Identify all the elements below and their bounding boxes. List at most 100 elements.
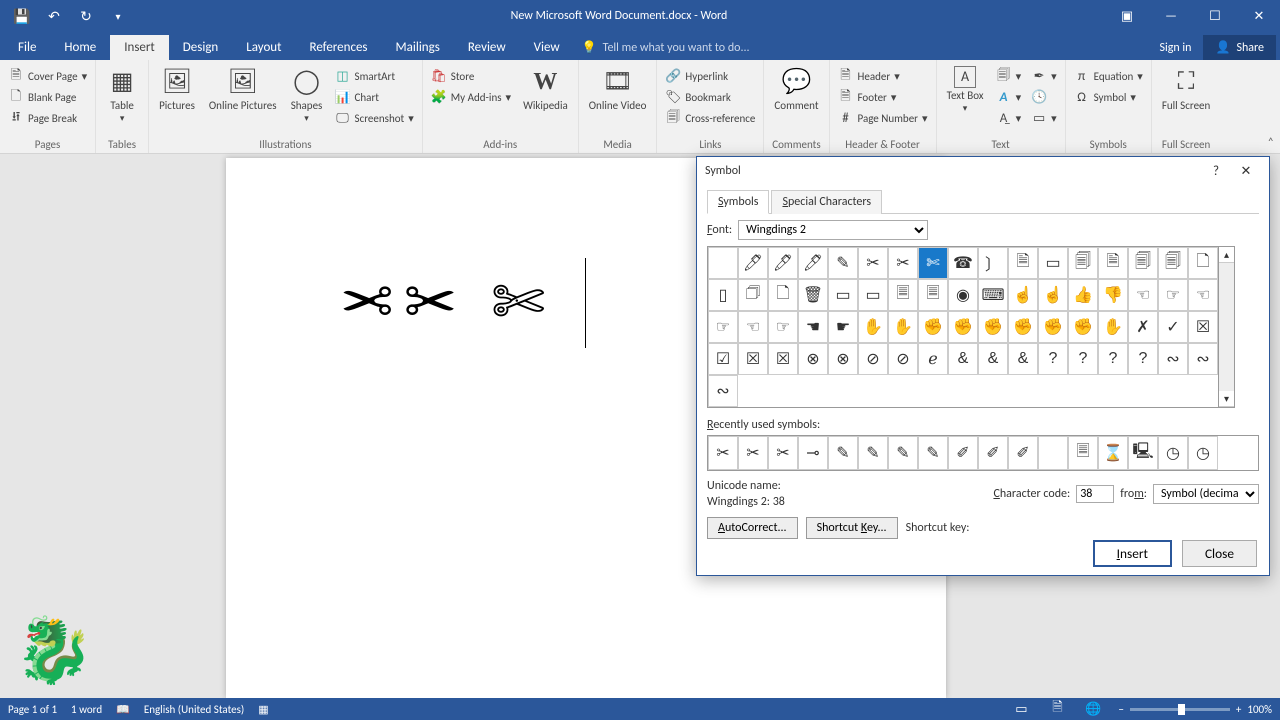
footer-button[interactable]: 🗎Footer ▾	[836, 87, 899, 108]
symbol-cell[interactable]: 🗋	[1188, 247, 1218, 279]
recent-symbol-cell[interactable]: ⌛	[1098, 436, 1128, 470]
ribbon-options-icon[interactable]: ▣	[1106, 2, 1148, 30]
symbol-cell[interactable]: ✂	[858, 247, 888, 279]
redo-icon[interactable]: ↻	[72, 2, 100, 30]
symbol-cell[interactable]: ?	[1128, 343, 1158, 375]
symbol-cell[interactable]: ∾	[1188, 343, 1218, 375]
date-time-button[interactable]: 🕓	[1029, 87, 1049, 108]
share-button[interactable]: 👤Share	[1203, 35, 1276, 60]
symbol-cell[interactable]: ⌨	[978, 279, 1008, 311]
my-addins-button[interactable]: 🧩My Add-ins ▾	[429, 87, 513, 108]
symbol-cell[interactable]: ✋	[858, 311, 888, 343]
symbol-cell[interactable]: ✄	[918, 247, 948, 279]
symbol-cell[interactable]: ✋	[1098, 311, 1128, 343]
chart-button[interactable]: 📊Chart	[333, 87, 381, 108]
close-button[interactable]: Close	[1182, 540, 1257, 567]
drop-cap-button[interactable]: A̲▾	[994, 108, 1024, 129]
tab-design[interactable]: Design	[169, 35, 232, 60]
recent-symbol-cell[interactable]: ✐	[978, 436, 1008, 470]
store-button[interactable]: 🛍Store	[429, 66, 477, 87]
collapse-ribbon-icon[interactable]: ˄	[1268, 136, 1274, 150]
tab-special-characters[interactable]: Special Characters	[771, 190, 882, 214]
symbol-cell[interactable]: ☜	[1128, 279, 1158, 311]
symbol-cell[interactable]: ✊	[948, 311, 978, 343]
symbol-cell[interactable]: ☎	[948, 247, 978, 279]
symbol-cell[interactable]: ?	[1038, 343, 1068, 375]
symbol-cell[interactable]: 🗏	[918, 279, 948, 311]
symbol-cell[interactable]: ▭	[1038, 247, 1068, 279]
save-icon[interactable]: 💾	[8, 2, 36, 30]
page-break-button[interactable]: ⭿Page Break	[6, 108, 79, 129]
symbol-cell[interactable]: 🗐	[1068, 247, 1098, 279]
symbol-cell[interactable]: &	[978, 343, 1008, 375]
symbol-cell[interactable]: ▯	[708, 279, 738, 311]
symbol-cell[interactable]: 🗋	[768, 279, 798, 311]
recent-symbol-cell[interactable]: ✂	[768, 436, 798, 470]
close-icon[interactable]: ✕	[1238, 2, 1280, 30]
tab-layout[interactable]: Layout	[232, 35, 295, 60]
online-video-button[interactable]: 🎞Online Video	[585, 66, 651, 112]
quick-parts-button[interactable]: 🗐▾	[994, 66, 1024, 87]
symbol-cell[interactable]: 🗐	[1158, 247, 1188, 279]
wordart-button[interactable]: A▾	[994, 87, 1024, 108]
symbol-cell[interactable]: ✓	[1158, 311, 1188, 343]
symbol-cell[interactable]: ?	[1068, 343, 1098, 375]
scroll-up-icon[interactable]: ▴	[1219, 247, 1234, 263]
hyperlink-button[interactable]: 🔗Hyperlink	[663, 66, 730, 87]
symbol-cell[interactable]: ✂	[888, 247, 918, 279]
maximize-icon[interactable]: ☐	[1194, 2, 1236, 30]
blank-page-button[interactable]: 🗋Blank Page	[6, 87, 78, 108]
equation-button[interactable]: πEquation ▾	[1072, 66, 1145, 87]
zoom-in-button[interactable]: +	[1236, 703, 1241, 716]
recent-symbol-cell[interactable]: 🗏	[1068, 436, 1098, 470]
symbol-cell[interactable]: ✊	[1038, 311, 1068, 343]
symbol-cell[interactable]: ☑	[708, 343, 738, 375]
symbol-cell[interactable]: 🗎	[1098, 247, 1128, 279]
sign-in[interactable]: Sign in	[1147, 36, 1203, 60]
symbol-cell[interactable]: ✋	[888, 311, 918, 343]
zoom-level[interactable]: 100%	[1247, 703, 1272, 716]
language-indicator[interactable]: English (United States)	[144, 703, 244, 716]
symbol-cell[interactable]: ☜	[1188, 279, 1218, 311]
recent-symbol-cell[interactable]: ◷	[1188, 436, 1218, 470]
tab-symbols[interactable]: Symbols	[707, 190, 769, 214]
from-select[interactable]: Symbol (decimal)	[1153, 484, 1259, 504]
bookmark-button[interactable]: 🏷Bookmark	[663, 87, 732, 108]
tab-references[interactable]: References	[296, 35, 382, 60]
symbol-cell[interactable]: 🗎	[1008, 247, 1038, 279]
spellcheck-icon[interactable]: 📖	[116, 703, 130, 716]
smartart-button[interactable]: ◫SmartArt	[333, 66, 398, 87]
autocorrect-button[interactable]: AutoCorrect...	[707, 517, 798, 539]
tab-home[interactable]: Home	[50, 35, 110, 60]
recent-symbol-cell[interactable]	[1038, 436, 1068, 470]
symbol-cell[interactable]: &	[1008, 343, 1038, 375]
symbol-cell[interactable]: ✊	[1068, 311, 1098, 343]
macro-icon[interactable]: ▦	[258, 703, 268, 716]
help-icon[interactable]: ?	[1201, 164, 1231, 179]
symbol-cell[interactable]: ⊗	[798, 343, 828, 375]
shapes-button[interactable]: ◯Shapes▾	[287, 66, 327, 124]
font-select[interactable]: Wingdings 2	[738, 220, 928, 240]
undo-icon[interactable]: ↶	[40, 2, 68, 30]
symbol-cell[interactable]: ✎	[828, 247, 858, 279]
symbol-cell[interactable]: ✗	[1128, 311, 1158, 343]
symbol-scrollbar[interactable]: ▴ ▾	[1219, 246, 1235, 408]
full-screen-button[interactable]: ⛶Full Screen	[1158, 66, 1215, 112]
symbol-cell[interactable]: 🖊	[738, 247, 768, 279]
recent-symbol-cell[interactable]: ✂	[708, 436, 738, 470]
symbol-cell[interactable]: ☚	[798, 311, 828, 343]
symbol-cell[interactable]: 🗑	[798, 279, 828, 311]
recent-symbol-cell[interactable]: ✐	[948, 436, 978, 470]
symbol-cell[interactable]: 🖊	[798, 247, 828, 279]
symbol-cell[interactable]: ☜	[738, 311, 768, 343]
symbol-cell[interactable]: &	[948, 343, 978, 375]
recent-symbol-cell[interactable]: ⊸	[798, 436, 828, 470]
cross-reference-button[interactable]: 🗐Cross-reference	[663, 108, 757, 129]
word-count[interactable]: 1 word	[71, 703, 102, 716]
symbol-button[interactable]: ΩSymbol ▾	[1072, 87, 1138, 108]
scroll-down-icon[interactable]: ▾	[1219, 391, 1234, 407]
symbol-cell[interactable]: 🗏	[888, 279, 918, 311]
symbol-cell[interactable]: ☞	[1158, 279, 1188, 311]
symbol-cell[interactable]: ◉	[948, 279, 978, 311]
symbol-cell[interactable]: ℯ	[918, 343, 948, 375]
